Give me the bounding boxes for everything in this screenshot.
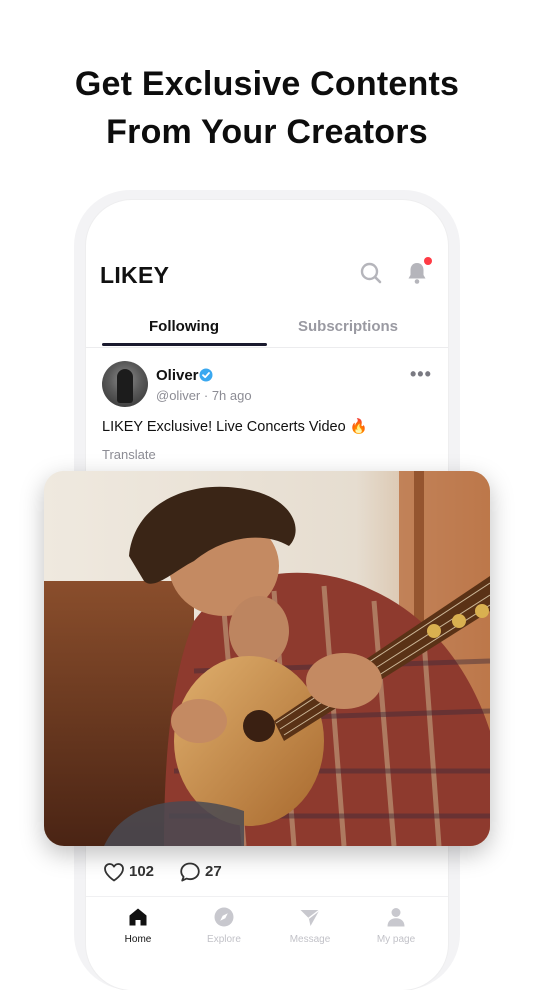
headline-line-1: Get Exclusive Contents [74,65,460,103]
notification-dot [424,257,432,265]
tabbar-label-my-page: My page [376,934,416,945]
home-icon [129,908,147,926]
heart-icon[interactable] [102,860,126,884]
post-text: LIKEY Exclusive! Live Concerts Video 🔥 [102,419,368,435]
like-count: 102 [129,863,155,880]
tabbar-label-home: Home [124,934,152,945]
comment-icon[interactable] [178,860,202,884]
tabbar-label-explore: Explore [207,934,241,945]
bottom-tab-bar: Home Explore Message My page [86,896,448,957]
headline: Get Exclusive Contents From Your Creator… [0,60,534,156]
app-logo: LIKEY [100,262,170,288]
author-handle-time: @oliver · 7h ago [156,388,252,403]
tab-subscriptions[interactable]: Subscriptions [266,318,430,335]
tabbar-item-message[interactable]: Message [272,905,348,945]
app-header: LIKEY [86,200,448,300]
tabbar-label-message: Message [289,934,331,945]
feed-tabs: Following Subscriptions [86,310,448,348]
verified-icon [199,368,213,382]
avatar[interactable] [102,361,148,407]
author-name[interactable]: Oliver [156,367,199,384]
comment-count: 27 [205,863,222,880]
compass-icon [214,907,234,927]
post-photo[interactable] [44,471,490,846]
translate-link[interactable]: Translate [102,447,156,462]
post-actions: 102 27 [86,860,448,896]
tabbar-item-home[interactable]: Home [100,905,176,945]
search-icon[interactable] [358,260,384,286]
more-options-icon[interactable]: ••• [410,364,432,385]
tabbar-item-my-page[interactable]: My page [358,905,434,945]
person-icon [387,908,405,927]
guitar-player-illustration [44,471,490,846]
send-icon [300,909,320,926]
tabbar-item-explore[interactable]: Explore [186,905,262,945]
headline-line-2: From Your Creators [106,113,428,151]
tab-following[interactable]: Following [102,318,266,335]
active-tab-indicator [102,343,267,346]
